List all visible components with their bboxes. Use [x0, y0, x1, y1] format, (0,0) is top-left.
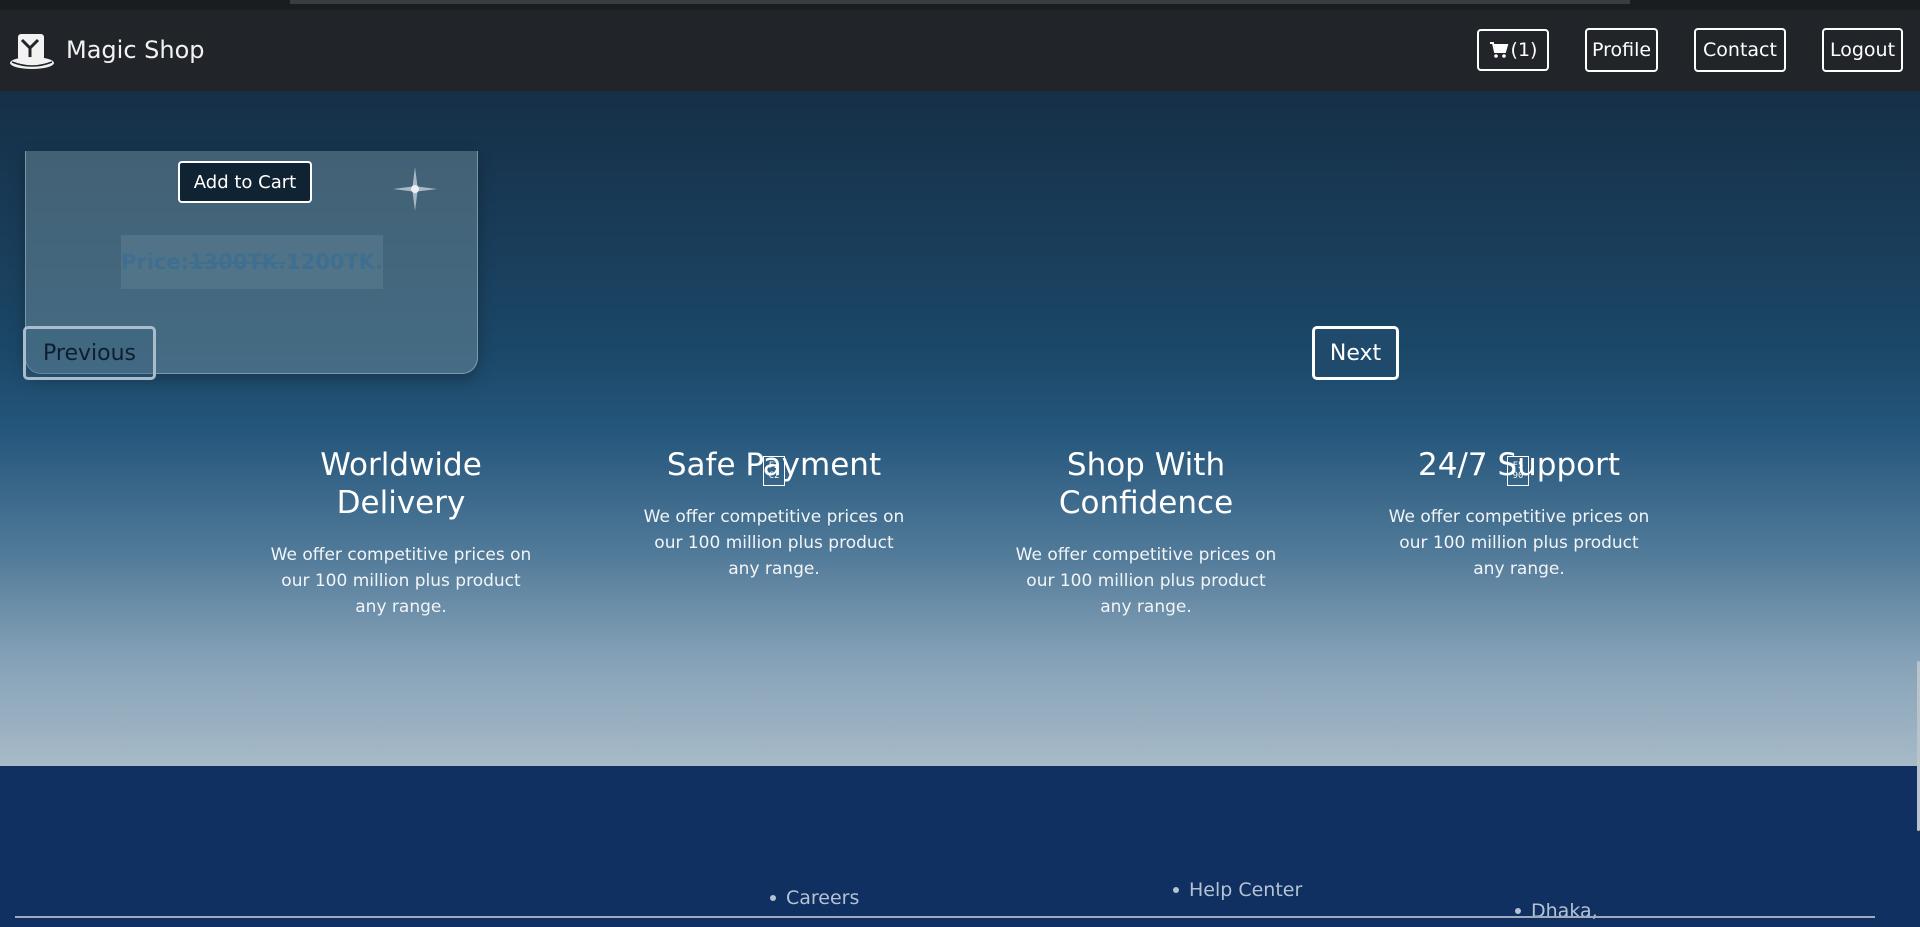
- feature-title: Safe Payment: [666, 447, 882, 483]
- bullet-icon: [1173, 887, 1179, 893]
- feature-title: 24/7 Support: [1417, 447, 1620, 483]
- footer-link-label: Help Center: [1189, 879, 1303, 901]
- bullet-icon: [770, 895, 776, 901]
- cart-button[interactable]: (1): [1477, 29, 1549, 71]
- previous-button[interactable]: Previous: [23, 326, 156, 380]
- next-button[interactable]: Next: [1312, 326, 1399, 380]
- price-old: 1300TK.: [189, 250, 287, 274]
- price-new: 1200TK.: [286, 250, 384, 274]
- feature-text: We offer competitive prices on our 100 m…: [643, 507, 905, 579]
- add-to-cart-button[interactable]: Add to Cart: [178, 161, 312, 203]
- contact-button[interactable]: Contact: [1694, 28, 1786, 72]
- logout-button[interactable]: Logout: [1822, 28, 1903, 72]
- top-strip-bar: [290, 0, 1630, 4]
- brand[interactable]: Magic Shop: [8, 28, 205, 72]
- brand-name: Magic Shop: [66, 36, 205, 64]
- feature-title: Shop With Confidence: [1058, 447, 1234, 521]
- feature-support: 24/7 Support We offer competitive prices…: [1374, 446, 1664, 582]
- footer-link-label: Careers: [786, 887, 860, 909]
- feature-shop-with-confidence: Shop With Confidence We offer competitiv…: [1001, 446, 1291, 620]
- sparkle-icon: [393, 167, 437, 211]
- footer-link-careers[interactable]: Careers: [770, 887, 859, 909]
- feature-text: We offer competitive prices on our 100 m…: [1015, 545, 1277, 617]
- navbar: Magic Shop (1) Profile Contact Logout: [0, 10, 1920, 91]
- feature-text: We offer competitive prices on our 100 m…: [270, 545, 532, 617]
- footer-link-label: Dhaka,: [1531, 900, 1598, 922]
- footer-link-help-center[interactable]: Help Center: [1173, 879, 1302, 901]
- magic-hat-icon: [10, 34, 54, 69]
- feature-safe-payment: Safe Payment We offer competitive prices…: [629, 446, 919, 582]
- scrollbar[interactable]: [1914, 91, 1920, 927]
- cart-count: (1): [1510, 39, 1538, 61]
- price-prefix: Price:: [120, 250, 189, 274]
- feature-title: Worldwide Delivery: [320, 447, 482, 521]
- feature-text: We offer competitive prices on our 100 m…: [1388, 507, 1650, 579]
- browser-top-strip: [0, 0, 1920, 10]
- price-box: Price: 1300TK. 1200TK.: [121, 235, 383, 289]
- footer-link-address[interactable]: Dhaka,: [1515, 900, 1598, 922]
- profile-button[interactable]: Profile: [1585, 28, 1658, 72]
- product-section: Add to Cart Price: 1300TK. 1200TK. Previ…: [0, 91, 1920, 766]
- feature-worldwide-delivery: Worldwide Delivery We offer competitive …: [256, 446, 546, 620]
- cart-icon: [1489, 42, 1508, 58]
- bullet-icon: [1515, 908, 1521, 914]
- footer: Careers Help Center Dhaka,: [0, 766, 1920, 927]
- footer-divider: [15, 916, 1875, 918]
